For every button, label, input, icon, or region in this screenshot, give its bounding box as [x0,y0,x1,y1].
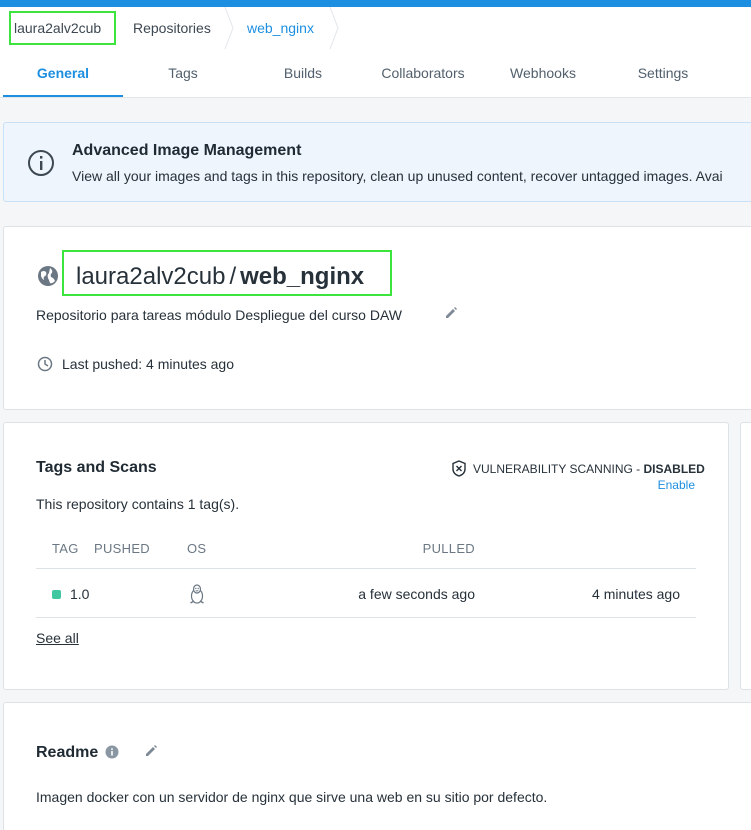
tag-link[interactable]: 1.0 [70,586,89,602]
enable-scanning-link[interactable]: Enable [658,478,695,492]
readme-title: Readme [36,744,99,761]
side-card [740,422,751,690]
info-circle-icon [28,150,54,176]
tab-webhooks[interactable]: Webhooks [483,49,603,97]
info-banner: Advanced Image Management View all your … [3,122,751,202]
top-accent-bar [0,0,751,7]
tab-settings[interactable]: Settings [603,49,723,97]
vulnerability-scanning-status: VULNERABILITY SCANNING - DISABLED [451,460,705,477]
breadcrumb-separator-icon [224,7,234,49]
tags-scans-title: Tags and Scans [36,459,157,476]
banner-title: Advanced Image Management [72,142,302,159]
pushed-time: 4 minutes ago [592,586,680,602]
globe-icon [38,266,58,286]
table-row[interactable]: 1.0 a few seconds ago 4 minutes ago [36,570,696,618]
tags-count: This repository contains 1 tag(s). [36,496,240,512]
highlight-box [9,11,116,45]
vuln-status: DISABLED [643,462,705,476]
breadcrumb-separator-icon [329,7,339,49]
tags-scans-card: Tags and Scans VULNERABILITY SCANNING - … [3,422,729,690]
readme-text: Imagen docker con un servidor de nginx q… [36,789,548,805]
linux-icon [190,584,204,604]
highlight-box [62,250,392,296]
readme-card: Readme Imagen docker con un servidor de … [3,702,751,830]
tab-builds[interactable]: Builds [243,49,363,97]
banner-text: View all your images and tags in this re… [72,168,723,184]
tab-bar: General Tags Builds Collaborators Webhoo… [0,49,751,98]
tab-tags[interactable]: Tags [123,49,243,97]
edit-pencil-icon[interactable] [444,306,458,320]
edit-readme-pencil-icon[interactable] [144,744,158,758]
breadcrumb-repositories[interactable]: Repositories [133,7,211,49]
tag-status-dot [52,590,61,599]
info-icon[interactable] [105,745,119,759]
see-all-link[interactable]: See all [36,630,79,646]
breadcrumb-repo[interactable]: web_nginx [247,7,314,49]
tab-general[interactable]: General [3,49,123,97]
column-pushed: PUSHED [94,541,150,556]
pulled-time: a few seconds ago [358,586,475,602]
repo-header-card: laura2alv2cub / web_nginx Repositorio para… [3,226,751,410]
shield-x-icon [452,460,466,477]
tags-table-header: TAG OS PULLED PUSHED [36,531,696,569]
vuln-label: VULNERABILITY SCANNING - DISABLED [473,462,705,476]
clock-icon [37,356,53,372]
column-tag: TAG [52,541,79,556]
tab-collaborators[interactable]: Collaborators [363,49,483,97]
repo-description: Repositorio para tareas módulo Despliegu… [36,307,402,323]
vuln-label-text: VULNERABILITY SCANNING - [473,462,644,476]
last-pushed: Last pushed: 4 minutes ago [62,356,235,372]
